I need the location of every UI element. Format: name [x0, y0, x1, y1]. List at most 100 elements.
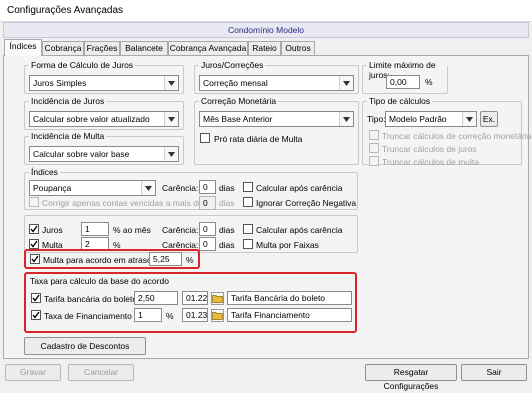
taxa-acordo-highlight: Taxa para cálculo da base do acordo Tari…	[24, 272, 357, 333]
indices-carencia-input[interactable]: 0	[199, 180, 216, 194]
incidencia-multa-group: Incidência de Multa Calcular sobre valor…	[24, 131, 184, 165]
juros-unit: % ao mês	[113, 225, 151, 235]
limite-juros-unit: %	[425, 77, 433, 87]
tarifa-bancaria-checkbox[interactable]	[31, 293, 41, 303]
juros-input[interactable]: 1	[81, 222, 109, 236]
sair-button[interactable]: Sair	[461, 364, 527, 381]
checkmark-icon	[30, 240, 38, 248]
chevron-down-icon[interactable]	[164, 76, 178, 90]
taxa-financiamento-unit: %	[166, 311, 174, 321]
multa-atraso-unit: %	[186, 255, 194, 265]
juros-calcular-apos-checkbox[interactable]	[243, 224, 253, 234]
chevron-down-icon[interactable]	[462, 112, 476, 126]
ex-button[interactable]: Ex.	[480, 111, 498, 127]
truncar-multa-checkbox[interactable]	[369, 156, 379, 166]
incidencia-juros-value: Calcular sobre valor atualizado	[33, 114, 150, 124]
cadastro-descontos-button[interactable]: Cadastro de Descontos	[24, 337, 146, 355]
incidencia-multa-legend: Incidência de Multa	[29, 131, 107, 141]
chevron-down-icon[interactable]	[339, 112, 353, 126]
checkmark-icon	[32, 311, 40, 319]
indices-select[interactable]: Poupança	[29, 180, 156, 196]
ignorar-correcao-checkbox[interactable]	[243, 197, 253, 207]
juros-carencia-label: Carência:	[162, 225, 199, 235]
juros-calcular-apos-label: Calcular após carência	[256, 225, 343, 235]
checkmark-icon	[30, 225, 38, 233]
incidencia-juros-select[interactable]: Calcular sobre valor atualizado	[29, 111, 179, 127]
forma-calculo-juros-select[interactable]: Juros Simples	[29, 75, 179, 91]
juros-label: Juros	[42, 225, 63, 235]
ignorar-correcao-label: Ignorar Correção Negativa	[256, 198, 357, 208]
limite-juros-group: Limite máximo de juros: 0,00 %	[362, 60, 448, 94]
pro-rata-label: Pró rata diária de Multa	[214, 134, 303, 144]
multa-atraso-input[interactable]: 5,25	[149, 252, 182, 266]
truncar-juros-checkbox[interactable]	[369, 143, 379, 153]
tab-indices[interactable]: Índices	[4, 39, 42, 56]
chevron-down-icon[interactable]	[339, 76, 353, 90]
juros-correcoes-group: Juros/Correções Correção mensal	[194, 60, 359, 94]
corrigir-dias-label: dias	[219, 198, 235, 208]
taxa-financiamento-desc[interactable]: Tarifa Financiamento	[227, 308, 352, 322]
incidencia-multa-value: Calcular sobre valor base	[33, 149, 130, 159]
multa-atraso-checkbox[interactable]	[30, 254, 40, 264]
tipo-calculos-group: Tipo de cálculos Tipo: Modelo Padrão Ex.…	[362, 96, 531, 167]
multa-atraso-label: Multa para acordo em atraso	[43, 255, 152, 265]
incidencia-multa-select[interactable]: Calcular sobre valor base	[29, 146, 179, 162]
taxa-financiamento-checkbox[interactable]	[31, 310, 41, 320]
chevron-down-icon[interactable]	[164, 112, 178, 126]
juros-dias-label: dias	[219, 225, 235, 235]
chevron-down-icon[interactable]	[141, 181, 155, 195]
juros-correcoes-legend: Juros/Correções	[199, 60, 266, 70]
multa-por-faixas-checkbox[interactable]	[243, 239, 253, 249]
corrigir-apenas-checkbox[interactable]	[29, 197, 39, 207]
tipo-select[interactable]: Modelo Padrão	[385, 111, 477, 127]
correcao-monetaria-group: Correção Monetária Mês Base Anterior Pró…	[194, 96, 359, 165]
correcao-monetaria-select[interactable]: Mês Base Anterior	[199, 111, 354, 127]
tipo-label: Tipo:	[367, 114, 386, 124]
truncar-correcao-checkbox[interactable]	[369, 130, 379, 140]
indices-legend: Índices	[29, 167, 60, 177]
forma-calculo-juros-legend: Forma de Cálculo de Juros	[29, 60, 136, 70]
taxa-financiamento-code[interactable]: 01.23	[182, 308, 208, 322]
tipo-value: Modelo Padrão	[389, 114, 447, 124]
juros-correcoes-value: Correção mensal	[203, 78, 268, 88]
indices-dias-label: dias	[219, 183, 235, 193]
multa-checkbox[interactable]	[29, 239, 39, 249]
tarifa-bancaria-desc[interactable]: Tarifa Bancária do boleto	[227, 291, 352, 305]
juros-correcoes-select[interactable]: Correção mensal	[199, 75, 354, 91]
juros-checkbox[interactable]	[29, 224, 39, 234]
indices-calcular-apos-checkbox[interactable]	[243, 182, 253, 192]
corrigir-apenas-input[interactable]: 0	[199, 196, 216, 210]
taxa-financiamento-label: Taxa de Financiamento	[44, 311, 132, 321]
indices-group: Índices Poupança Carência: 0 dias Calcul…	[24, 167, 358, 210]
tarifa-bancaria-input[interactable]: 2,50	[134, 291, 178, 305]
tab-outros[interactable]: Outros	[281, 41, 315, 55]
multa-atraso-highlight: Multa para acordo em atraso 5,25 %	[24, 249, 200, 269]
limite-juros-input[interactable]: 0,00	[386, 75, 420, 89]
forma-calculo-juros-value: Juros Simples	[33, 78, 87, 88]
multa-carencia-input[interactable]: 0	[199, 237, 216, 251]
checkmark-icon	[31, 255, 39, 263]
cancelar-button[interactable]: Cancelar	[68, 364, 134, 381]
truncar-multa-label: Truncar cálculos de multa	[382, 157, 480, 167]
tab-balancete[interactable]: Balancete	[120, 41, 168, 55]
indices-value: Poupança	[33, 183, 72, 193]
taxa-acordo-legend: Taxa para cálculo da base do acordo	[30, 276, 169, 286]
tarifa-bancaria-code[interactable]: 01.22	[182, 291, 208, 305]
pro-rata-checkbox[interactable]	[200, 133, 210, 143]
tab-cobranca-avancada[interactable]: Cobrança Avançada	[168, 41, 248, 55]
tab-rateio[interactable]: Rateio	[248, 41, 281, 55]
indices-carencia-label: Carência:	[162, 183, 199, 193]
truncar-juros-label: Truncar cálculos de juros	[382, 144, 477, 154]
tab-fracoes[interactable]: Frações	[84, 41, 120, 55]
taxa-financiamento-input[interactable]: 1	[134, 308, 162, 322]
gravar-button[interactable]: Gravar	[5, 364, 61, 381]
tab-cobranca[interactable]: Cobrança	[42, 41, 84, 55]
title-bar: Configurações Avançadas	[0, 0, 532, 22]
folder-icon[interactable]	[211, 292, 224, 305]
chevron-down-icon[interactable]	[164, 147, 178, 161]
folder-icon[interactable]	[211, 309, 224, 322]
juros-carencia-input[interactable]: 0	[199, 222, 216, 236]
checkmark-icon	[32, 294, 40, 302]
resgatar-configuracoes-button[interactable]: Resgatar Configurações	[365, 364, 457, 391]
truncar-correcao-label: Truncar cálculos de correção monetária	[382, 131, 532, 141]
